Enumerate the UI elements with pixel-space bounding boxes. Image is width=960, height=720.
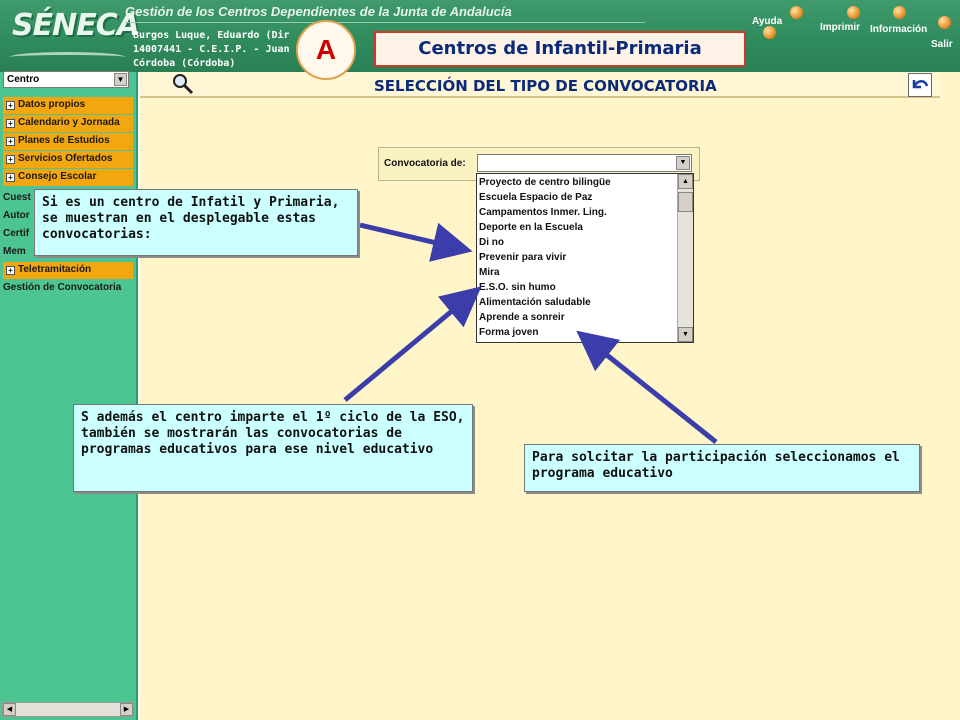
sidebar-item-servicios[interactable]: + Servicios Ofertados [3, 151, 133, 168]
search-icon[interactable] [172, 73, 194, 95]
callout-eso: S además el centro imparte el 1º ciclo d… [73, 404, 473, 492]
dropdown-option[interactable]: Alimentación saludable [479, 297, 591, 308]
sidebar-item-teletramitacion[interactable]: + Teletramitación [3, 262, 133, 279]
header-title-rule [125, 22, 645, 23]
expand-plus-icon[interactable]: + [6, 137, 15, 146]
centro-select[interactable]: Centro ▼ [3, 71, 129, 88]
dropdown-option[interactable]: Deporte en la Escuela [479, 222, 583, 233]
dropdown-option[interactable]: Aprende a sonreir [479, 312, 565, 323]
logo-wave-decoration [10, 52, 125, 62]
page-title: SELECCIÓN DEL TIPO DE CONVOCATORIA [374, 77, 717, 95]
scroll-thumb[interactable] [678, 192, 693, 212]
user-city: Córdoba (Córdoba) [133, 58, 236, 69]
seneca-logo: SÉNECA [12, 8, 140, 43]
dropdown-option[interactable]: Forma joven [479, 327, 538, 338]
scroll-right-icon[interactable]: ▶ [120, 703, 133, 716]
dropdown-scrollbar[interactable]: ▲ ▼ [677, 174, 693, 342]
expand-plus-icon[interactable]: + [6, 173, 15, 182]
sidebar-item-planes[interactable]: + Planes de Estudios [3, 133, 133, 150]
convocatoria-label: Convocatoria de: [384, 158, 466, 169]
info-link[interactable]: Información [870, 24, 927, 35]
help-ball-icon [790, 6, 803, 19]
expand-plus-icon[interactable]: + [6, 266, 15, 275]
dropdown-option[interactable]: E.S.O. sin humo [479, 282, 556, 293]
chevron-down-icon[interactable]: ▼ [676, 156, 690, 170]
print-ball-icon [847, 6, 860, 19]
scroll-left-icon[interactable]: ◀ [3, 703, 16, 716]
user-center: 14007441 - C.E.I.P. - Juan P [133, 44, 302, 55]
user-name: Burgos Luque, Eduardo (Dir [133, 30, 290, 41]
print-link[interactable]: Imprimir [820, 22, 860, 33]
dropdown-option[interactable]: Di no [479, 237, 504, 248]
scroll-down-icon[interactable]: ▼ [678, 327, 693, 342]
back-arrow-icon[interactable] [908, 73, 932, 97]
expand-plus-icon[interactable]: + [6, 119, 15, 128]
section-badge: A [296, 20, 356, 80]
centro-select-value: Centro [7, 74, 40, 85]
section-banner: Centros de Infantil-Primaria [374, 31, 746, 67]
dropdown-option[interactable]: Prevenir para vivir [479, 252, 566, 263]
convocatoria-dropdown-list[interactable]: Proyecto de centro bilingüe Escuela Espa… [476, 173, 694, 343]
chevron-down-icon[interactable]: ▼ [114, 73, 127, 86]
sidebar-item-gestion-convocatoria[interactable]: Gestión de Convocatoria [3, 282, 135, 293]
info-ball-icon [893, 6, 906, 19]
exit-ball-icon [938, 16, 951, 29]
exit-link[interactable]: Salir [931, 39, 953, 50]
scroll-up-icon[interactable]: ▲ [678, 174, 693, 189]
callout-infantil-primaria: Si es un centro de Infatil y Primaria, s… [34, 189, 358, 256]
expand-plus-icon[interactable]: + [6, 101, 15, 110]
sidebar-item-calendario[interactable]: + Calendario y Jornada [3, 115, 133, 132]
dropdown-option[interactable]: Campamentos Inmer. Ling. [479, 207, 607, 218]
decorative-ball-icon [763, 26, 776, 39]
dropdown-option[interactable]: Mira [479, 267, 500, 278]
dropdown-option[interactable]: Proyecto de centro bilingüe [479, 177, 611, 188]
sidebar-horizontal-scrollbar[interactable]: ◀ ▶ [2, 702, 134, 717]
convocatoria-select[interactable]: ▼ [477, 154, 692, 172]
dropdown-option[interactable]: Escuela Espacio de Paz [479, 192, 592, 203]
expand-plus-icon[interactable]: + [6, 155, 15, 164]
callout-select-program: Para solcitar la participación seleccion… [524, 444, 920, 492]
sidebar-item-consejo[interactable]: + Consejo Escolar [3, 169, 133, 186]
header-title: Gestión de los Centros Dependientes de l… [125, 4, 512, 19]
sidebar-item-datos-propios[interactable]: + Datos propios [3, 97, 133, 114]
